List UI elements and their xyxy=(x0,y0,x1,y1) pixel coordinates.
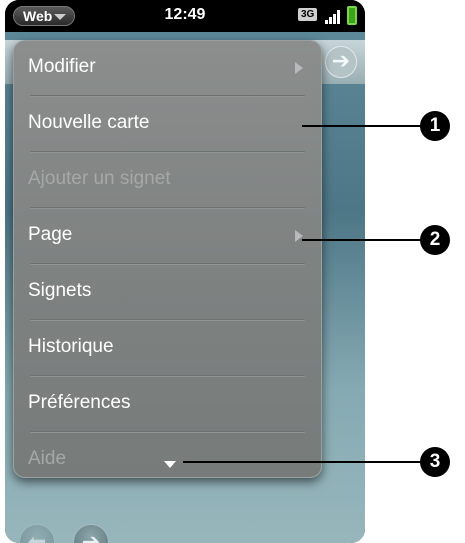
callout-line-2 xyxy=(302,239,432,241)
menu-item-label: Page xyxy=(28,224,73,245)
menu-item-aide[interactable]: Aide xyxy=(14,433,321,477)
scroll-down-icon[interactable] xyxy=(164,461,176,468)
menu-item-nouvelle-carte[interactable]: Nouvelle carte xyxy=(14,97,321,153)
callout-badge-1: 1 xyxy=(420,111,450,141)
menu-item-label: Ajouter un signet xyxy=(28,168,171,189)
arrow-left-icon: ⬅ xyxy=(27,529,47,543)
arrow-right-icon: ➔ xyxy=(81,529,101,543)
back-button[interactable]: ⬅ xyxy=(19,524,55,543)
menu-item-modifier[interactable]: Modifier xyxy=(14,41,321,97)
forward-button[interactable]: ➔ xyxy=(73,524,109,543)
menu-item-label: Signets xyxy=(28,280,92,301)
app-menu: Modifier Nouvelle carte Ajouter un signe… xyxy=(13,40,322,478)
menu-item-label: Préférences xyxy=(28,392,131,413)
submenu-arrow-icon xyxy=(295,62,303,74)
menu-item-label: Nouvelle carte xyxy=(28,112,150,133)
menu-item-ajouter-un-signet: Ajouter un signet xyxy=(14,153,321,209)
menu-item-label: Modifier xyxy=(28,56,96,77)
menu-item-page[interactable]: Page xyxy=(14,209,321,265)
go-button[interactable]: ➔ xyxy=(325,46,357,78)
status-bar: Web 12:49 3G xyxy=(5,0,365,32)
menu-item-label: Aide xyxy=(28,448,67,469)
callout-line-3 xyxy=(183,461,432,463)
menu-item-preferences[interactable]: Préférences xyxy=(14,377,321,433)
menu-item-label: Historique xyxy=(28,336,114,357)
menu-item-signets[interactable]: Signets xyxy=(14,265,321,321)
arrow-right-icon: ➔ xyxy=(331,48,351,73)
signal-strength-icon xyxy=(325,8,343,24)
menu-item-historique[interactable]: Historique xyxy=(14,321,321,377)
callout-line-1 xyxy=(302,125,432,127)
battery-icon xyxy=(347,6,357,25)
callout-badge-3: 3 xyxy=(420,447,450,477)
callout-badge-2: 2 xyxy=(420,225,450,255)
network-type-badge: 3G xyxy=(298,8,318,21)
